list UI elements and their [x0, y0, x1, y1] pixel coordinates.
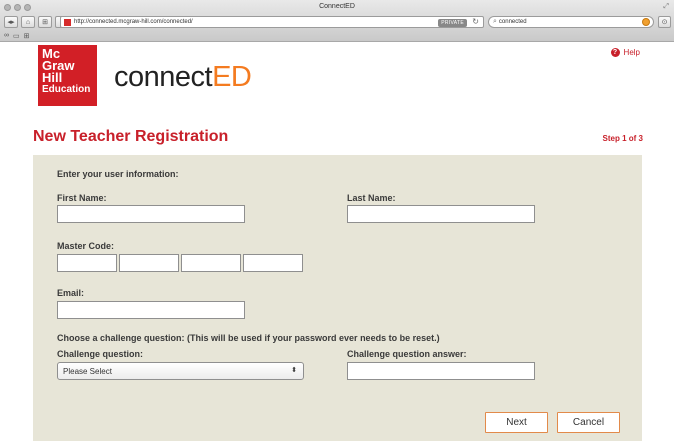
- search-value[interactable]: connected: [499, 19, 527, 25]
- select-arrows-icon: ⬍: [291, 367, 297, 374]
- reload-icon[interactable]: ↻: [472, 17, 479, 26]
- help-link[interactable]: ? Help: [610, 48, 640, 57]
- first-name-input[interactable]: [57, 205, 245, 223]
- page-content: Mc Graw Hill Education connectED ? Help …: [0, 43, 674, 441]
- mcgraw-hill-logo[interactable]: Mc Graw Hill Education: [38, 45, 97, 106]
- connected-brand-logo: connectED: [114, 61, 252, 94]
- master-code-label: Master Code:: [57, 241, 115, 251]
- challenge-question-select[interactable]: Please Select ⬍: [57, 362, 304, 380]
- last-name-input[interactable]: [347, 205, 535, 223]
- step-indicator: Step 1 of 3: [602, 134, 643, 143]
- sidebar-icon[interactable]: ▭: [13, 32, 20, 40]
- first-name-label: First Name:: [57, 193, 107, 203]
- private-badge: PRIVATE: [438, 19, 467, 27]
- next-button[interactable]: Next: [485, 412, 548, 433]
- email-input[interactable]: [57, 301, 245, 319]
- email-label: Email:: [57, 288, 85, 298]
- registration-form: Enter your user information: First Name:…: [33, 155, 642, 441]
- back-forward-button[interactable]: ◂▸: [4, 16, 18, 28]
- search-field[interactable]: ⌕ connected: [488, 16, 654, 28]
- fullscreen-icon[interactable]: ⤢: [663, 3, 669, 11]
- last-name-label: Last Name:: [347, 193, 396, 203]
- cancel-button[interactable]: Cancel: [557, 412, 620, 433]
- user-info-heading: Enter your user information:: [57, 169, 179, 179]
- address-bar[interactable]: http://connected.mcgraw-hill.com/connect…: [60, 16, 484, 28]
- browser-chrome: ConnectED ⤢ ◂▸ ⌂ ⊞ + http://connected.mc…: [0, 0, 674, 42]
- challenge-question-value: Please Select: [63, 366, 112, 376]
- bookmarks-bar: ∞ ▭ ⊞: [4, 32, 30, 40]
- logo-line-3: Hill: [42, 70, 63, 85]
- challenge-answer-label: Challenge question answer:: [347, 349, 467, 359]
- home-button[interactable]: ⌂: [21, 16, 35, 28]
- downloads-button[interactable]: ⊙: [658, 16, 671, 28]
- master-code-input-4[interactable]: [243, 254, 303, 272]
- brand-part-ed: ED: [212, 61, 252, 93]
- search-icon: ⌕: [493, 18, 497, 25]
- challenge-answer-input[interactable]: [347, 362, 535, 380]
- challenge-question-label: Challenge question:: [57, 349, 144, 359]
- address-url[interactable]: http://connected.mcgraw-hill.com/connect…: [74, 19, 193, 25]
- master-code-input-2[interactable]: [119, 254, 179, 272]
- help-label[interactable]: Help: [624, 48, 640, 57]
- reading-list-icon[interactable]: ∞: [4, 32, 9, 40]
- search-go-icon[interactable]: [642, 18, 650, 26]
- bookmarks-button[interactable]: ⊞: [38, 16, 52, 28]
- logo-line-4: Education: [42, 84, 91, 95]
- challenge-intro-text: Choose a challenge question: (This will …: [57, 333, 440, 343]
- page-title: New Teacher Registration: [33, 128, 229, 145]
- favicon-icon: [64, 18, 71, 26]
- window-title: ConnectED: [319, 3, 355, 10]
- top-sites-icon[interactable]: ⊞: [24, 32, 30, 40]
- master-code-input-3[interactable]: [181, 254, 241, 272]
- brand-part-connect: connect: [114, 61, 213, 93]
- master-code-input-1[interactable]: [57, 254, 117, 272]
- help-icon: ?: [610, 48, 620, 57]
